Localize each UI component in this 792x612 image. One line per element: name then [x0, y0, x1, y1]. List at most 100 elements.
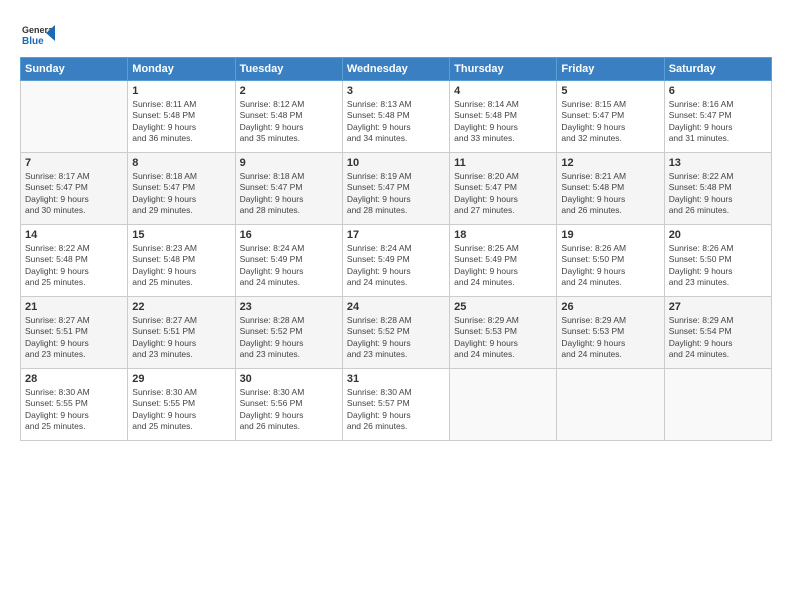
header-cell-friday: Friday [557, 58, 664, 81]
calendar-cell: 26 Sunrise: 8:29 AM Sunset: 5:53 PM Dayli… [557, 297, 664, 369]
day-info: Sunrise: 8:20 AM Sunset: 5:47 PM Dayligh… [454, 171, 552, 217]
calendar-cell: 28 Sunrise: 8:30 AM Sunset: 5:55 PM Dayli… [21, 369, 128, 441]
calendar-cell: 31 Sunrise: 8:30 AM Sunset: 5:57 PM Dayli… [342, 369, 449, 441]
calendar-cell: 7 Sunrise: 8:17 AM Sunset: 5:47 PM Daylig… [21, 153, 128, 225]
day-number: 28 [25, 373, 123, 385]
week-row-2: 14 Sunrise: 8:22 AM Sunset: 5:48 PM Dayli… [21, 225, 772, 297]
day-info: Sunrise: 8:23 AM Sunset: 5:48 PM Dayligh… [132, 243, 230, 289]
calendar-header: SundayMondayTuesdayWednesdayThursdayFrid… [21, 58, 772, 81]
day-info: Sunrise: 8:27 AM Sunset: 5:51 PM Dayligh… [132, 315, 230, 361]
header-cell-thursday: Thursday [450, 58, 557, 81]
day-number: 20 [669, 229, 767, 241]
logo: General Blue [20, 15, 56, 51]
day-number: 10 [347, 157, 445, 169]
day-info: Sunrise: 8:26 AM Sunset: 5:50 PM Dayligh… [561, 243, 659, 289]
day-number: 27 [669, 301, 767, 313]
calendar-body: 1 Sunrise: 8:11 AM Sunset: 5:48 PM Daylig… [21, 81, 772, 441]
day-info: Sunrise: 8:30 AM Sunset: 5:55 PM Dayligh… [25, 387, 123, 433]
calendar-cell: 22Sunrise: 8:27 AM Sunset: 5:51 PM Dayli… [128, 297, 235, 369]
calendar-cell: 24Sunrise: 8:28 AM Sunset: 5:52 PM Dayli… [342, 297, 449, 369]
day-info: Sunrise: 8:24 AM Sunset: 5:49 PM Dayligh… [240, 243, 338, 289]
day-info: Sunrise: 8:19 AM Sunset: 5:47 PM Dayligh… [347, 171, 445, 217]
calendar-cell [21, 81, 128, 153]
day-number: 4 [454, 85, 552, 97]
calendar-cell: 16 Sunrise: 8:24 AM Sunset: 5:49 PM Dayli… [235, 225, 342, 297]
calendar-table: SundayMondayTuesdayWednesdayThursdayFrid… [20, 57, 772, 441]
header-cell-saturday: Saturday [664, 58, 771, 81]
calendar-cell: 21 Sunrise: 8:27 AM Sunset: 5:51 PM Dayli… [21, 297, 128, 369]
calendar-cell: 1 Sunrise: 8:11 AM Sunset: 5:48 PM Daylig… [128, 81, 235, 153]
calendar-cell: 19Sunrise: 8:26 AM Sunset: 5:50 PM Dayli… [557, 225, 664, 297]
day-info: Sunrise: 8:17 AM Sunset: 5:47 PM Dayligh… [25, 171, 123, 217]
calendar-cell: 18Sunrise: 8:25 AM Sunset: 5:49 PM Dayli… [450, 225, 557, 297]
day-info: Sunrise: 8:22 AM Sunset: 5:48 PM Dayligh… [25, 243, 123, 289]
day-number: 1 [132, 85, 230, 97]
day-info: Sunrise: 8:11 AM Sunset: 5:48 PM Dayligh… [132, 99, 230, 145]
day-info: Sunrise: 8:27 AM Sunset: 5:51 PM Dayligh… [25, 315, 123, 361]
day-info: Sunrise: 8:15 AM Sunset: 5:47 PM Dayligh… [561, 99, 659, 145]
day-number: 9 [240, 157, 338, 169]
day-info: Sunrise: 8:28 AM Sunset: 5:52 PM Dayligh… [240, 315, 338, 361]
day-info: Sunrise: 8:29 AM Sunset: 5:53 PM Dayligh… [454, 315, 552, 361]
calendar-cell: 2Sunrise: 8:12 AM Sunset: 5:48 PM Daylig… [235, 81, 342, 153]
calendar-cell: 20 Sunrise: 8:26 AM Sunset: 5:50 PM Dayli… [664, 225, 771, 297]
day-info: Sunrise: 8:14 AM Sunset: 5:48 PM Dayligh… [454, 99, 552, 145]
header-cell-tuesday: Tuesday [235, 58, 342, 81]
calendar-cell: 11 Sunrise: 8:20 AM Sunset: 5:47 PM Dayli… [450, 153, 557, 225]
day-number: 24 [347, 301, 445, 313]
week-row-1: 7 Sunrise: 8:17 AM Sunset: 5:47 PM Daylig… [21, 153, 772, 225]
day-number: 6 [669, 85, 767, 97]
day-number: 13 [669, 157, 767, 169]
header-cell-monday: Monday [128, 58, 235, 81]
day-number: 12 [561, 157, 659, 169]
header-cell-wednesday: Wednesday [342, 58, 449, 81]
day-number: 21 [25, 301, 123, 313]
day-info: Sunrise: 8:12 AM Sunset: 5:48 PM Dayligh… [240, 99, 338, 145]
page: General Blue SundayMondayTuesdayWednesda… [0, 0, 792, 612]
day-info: Sunrise: 8:18 AM Sunset: 5:47 PM Dayligh… [132, 171, 230, 217]
day-info: Sunrise: 8:29 AM Sunset: 5:53 PM Dayligh… [561, 315, 659, 361]
calendar-cell: 14 Sunrise: 8:22 AM Sunset: 5:48 PM Dayli… [21, 225, 128, 297]
calendar-cell: 30Sunrise: 8:30 AM Sunset: 5:56 PM Dayli… [235, 369, 342, 441]
calendar-cell: 5 Sunrise: 8:15 AM Sunset: 5:47 PM Daylig… [557, 81, 664, 153]
day-info: Sunrise: 8:29 AM Sunset: 5:54 PM Dayligh… [669, 315, 767, 361]
day-info: Sunrise: 8:25 AM Sunset: 5:49 PM Dayligh… [454, 243, 552, 289]
day-number: 31 [347, 373, 445, 385]
week-row-4: 28 Sunrise: 8:30 AM Sunset: 5:55 PM Dayli… [21, 369, 772, 441]
header: General Blue [20, 15, 772, 51]
day-number: 25 [454, 301, 552, 313]
calendar-cell: 23 Sunrise: 8:28 AM Sunset: 5:52 PM Dayli… [235, 297, 342, 369]
calendar-cell: 13Sunrise: 8:22 AM Sunset: 5:48 PM Dayli… [664, 153, 771, 225]
day-number: 15 [132, 229, 230, 241]
calendar-cell: 8 Sunrise: 8:18 AM Sunset: 5:47 PM Daylig… [128, 153, 235, 225]
day-info: Sunrise: 8:26 AM Sunset: 5:50 PM Dayligh… [669, 243, 767, 289]
calendar-cell: 17 Sunrise: 8:24 AM Sunset: 5:49 PM Dayli… [342, 225, 449, 297]
calendar-cell [450, 369, 557, 441]
logo-svg: General Blue [20, 15, 56, 51]
day-number: 7 [25, 157, 123, 169]
day-number: 3 [347, 85, 445, 97]
logo-text: General Blue [20, 15, 56, 51]
day-number: 17 [347, 229, 445, 241]
week-row-3: 21 Sunrise: 8:27 AM Sunset: 5:51 PM Dayli… [21, 297, 772, 369]
day-info: Sunrise: 8:30 AM Sunset: 5:57 PM Dayligh… [347, 387, 445, 433]
calendar-cell: 9Sunrise: 8:18 AM Sunset: 5:47 PM Daylig… [235, 153, 342, 225]
calendar-cell: 25 Sunrise: 8:29 AM Sunset: 5:53 PM Dayli… [450, 297, 557, 369]
calendar-cell: 12Sunrise: 8:21 AM Sunset: 5:48 PM Dayli… [557, 153, 664, 225]
svg-text:Blue: Blue [22, 36, 44, 47]
day-number: 14 [25, 229, 123, 241]
day-info: Sunrise: 8:30 AM Sunset: 5:56 PM Dayligh… [240, 387, 338, 433]
day-number: 16 [240, 229, 338, 241]
day-number: 5 [561, 85, 659, 97]
calendar-cell: 4 Sunrise: 8:14 AM Sunset: 5:48 PM Daylig… [450, 81, 557, 153]
calendar-cell: 10 Sunrise: 8:19 AM Sunset: 5:47 PM Dayli… [342, 153, 449, 225]
day-info: Sunrise: 8:24 AM Sunset: 5:49 PM Dayligh… [347, 243, 445, 289]
calendar-cell: 27 Sunrise: 8:29 AM Sunset: 5:54 PM Dayli… [664, 297, 771, 369]
day-number: 11 [454, 157, 552, 169]
calendar-cell: 6Sunrise: 8:16 AM Sunset: 5:47 PM Daylig… [664, 81, 771, 153]
day-number: 8 [132, 157, 230, 169]
day-number: 26 [561, 301, 659, 313]
calendar-cell: 3Sunrise: 8:13 AM Sunset: 5:48 PM Daylig… [342, 81, 449, 153]
day-number: 23 [240, 301, 338, 313]
day-number: 29 [132, 373, 230, 385]
